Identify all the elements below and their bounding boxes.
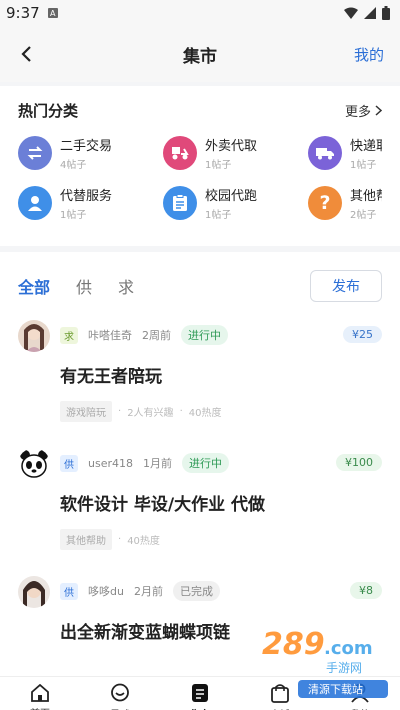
nav-planet[interactable]: 星球 [80, 677, 160, 710]
category-name: 快递取 [350, 139, 382, 154]
status-time: 9:37 [6, 4, 40, 22]
category-campus-run[interactable]: 校园代跑 1帖子 [163, 185, 308, 221]
wifi-icon [344, 7, 358, 19]
shopping-bag-icon [271, 683, 289, 703]
tab-supply[interactable]: 供 [76, 274, 92, 298]
nav-mine[interactable]: 我的 [320, 677, 400, 710]
person-icon [18, 186, 52, 220]
dot-separator: · [179, 406, 183, 417]
post-item[interactable]: 供 user418 1月前 进行中 ¥100 软件设计 毕设/大作业 代做 其他… [0, 434, 400, 562]
question-icon: ? [308, 186, 342, 220]
category-express[interactable]: 快递取 1帖子 [308, 135, 382, 171]
post-title: 软件设计 毕设/大作业 代做 [60, 495, 266, 515]
post-tag: 游戏陪玩 [60, 401, 112, 422]
post-user: user418 [88, 456, 133, 470]
truck-icon [308, 136, 342, 170]
category-count: 1帖子 [60, 210, 87, 221]
tab-demand[interactable]: 求 [118, 274, 134, 298]
status-badge: 已完成 [172, 581, 220, 601]
category-name: 校园代跑 [205, 189, 258, 204]
category-count: 4帖子 [60, 160, 87, 171]
post-user: 哆哆du [88, 585, 124, 598]
price-badge: ¥8 [350, 582, 382, 599]
battery-icon [382, 6, 390, 20]
post-type-badge: 供 [60, 582, 78, 600]
page-title: 集市 [183, 46, 217, 67]
post-item[interactable]: 求 咔嗒佳奇 2周前 进行中 ¥25 有无王者陪玩 游戏陪玩 · 2人有兴趣 ·… [0, 306, 400, 434]
category-secondhand[interactable]: 二手交易 4帖子 [18, 135, 163, 171]
category-name: 外卖代取 [205, 139, 258, 154]
status-icons [344, 6, 390, 20]
category-takeout[interactable]: 外卖代取 1帖子 [163, 135, 308, 171]
category-count: 1帖子 [350, 160, 377, 171]
chevron-left-icon [21, 46, 31, 62]
post-time: 1月前 [143, 457, 172, 470]
post-item[interactable]: 供 哆哆du 2月前 已完成 ¥8 出全新渐变蓝蝴蝶项链 [0, 562, 400, 690]
signal-icon [364, 7, 376, 19]
post-type-badge: 供 [60, 454, 78, 472]
nav-market[interactable]: 集市 [160, 677, 240, 710]
post-time: 2月前 [133, 585, 163, 598]
avatar[interactable] [18, 576, 50, 608]
sim-icon: A [47, 8, 58, 18]
categories-heading: 热门分类 [18, 102, 79, 120]
swap-icon [18, 136, 52, 170]
nav-label: 商城 [270, 706, 290, 710]
more-label: 更多 [344, 105, 371, 120]
list-doc-icon [192, 683, 208, 702]
post-heat: 40热度 [127, 536, 160, 547]
category-service[interactable]: 代替服务 1帖子 [18, 185, 163, 221]
publish-button[interactable]: 发布 [310, 270, 382, 302]
post-tag: 其他帮助 [60, 529, 112, 550]
more-link[interactable]: 更多 [345, 101, 382, 120]
tab-all[interactable]: 全部 [18, 274, 50, 298]
avatar[interactable] [18, 448, 50, 480]
category-name: 代替服务 [60, 189, 113, 204]
post-time: 2周前 [142, 329, 171, 342]
chat-bubble-icon [111, 683, 129, 701]
nav-label: 首页 [30, 705, 50, 710]
dot-separator: · [118, 406, 122, 417]
status-bar: 9:37 A [0, 0, 400, 26]
status-badge: 进行中 [181, 325, 228, 345]
delivery-scooter-icon [163, 136, 197, 170]
nav-mall[interactable]: 商城 [240, 677, 320, 710]
nav-label: 集市 [190, 706, 210, 710]
user-icon [351, 683, 369, 703]
post-title: 出全新渐变蓝蝴蝶项链 [60, 623, 230, 643]
top-nav: 集市 我的 [0, 26, 400, 82]
post-title: 有无王者陪玩 [60, 367, 162, 387]
post-user: 咔嗒佳奇 [88, 329, 132, 342]
post-interest: 2人有兴趣 [127, 408, 174, 419]
category-name: 二手交易 [60, 139, 113, 154]
nav-label: 星球 [110, 706, 130, 710]
back-button[interactable] [6, 34, 46, 74]
status-badge: 进行中 [182, 453, 229, 473]
category-count: 2帖子 [350, 210, 377, 221]
chevron-right-icon [375, 105, 382, 116]
feed-tabs: 全部 供 求 发布 [0, 252, 400, 306]
price-badge: ¥100 [336, 454, 382, 471]
nav-label: 我的 [350, 706, 370, 710]
post-type-badge: 求 [60, 326, 78, 344]
post-heat: 40热度 [188, 408, 222, 419]
bottom-nav: 首页 星球 集市 商城 我的 [0, 676, 400, 710]
post-feed: 全部 供 求 发布 求 咔嗒佳奇 2周前 进行中 ¥25 有无王者陪玩 游戏陪玩… [0, 252, 400, 710]
avatar[interactable] [18, 320, 50, 352]
category-count: 1帖子 [205, 210, 232, 221]
price-badge: ¥25 [343, 326, 382, 343]
dot-separator: · [118, 534, 122, 545]
mine-link[interactable]: 我的 [354, 44, 384, 65]
category-name: 其他帮 [350, 189, 382, 204]
clipboard-icon [163, 186, 197, 220]
category-count: 1帖子 [205, 160, 232, 171]
hot-categories: 热门分类 更多 二手交易 4帖子 外卖代取 1帖子 快递取 1帖子 [0, 86, 400, 246]
nav-home[interactable]: 首页 [0, 677, 80, 710]
category-other[interactable]: ? 其他帮 2帖子 [308, 185, 382, 221]
home-icon [31, 683, 49, 702]
